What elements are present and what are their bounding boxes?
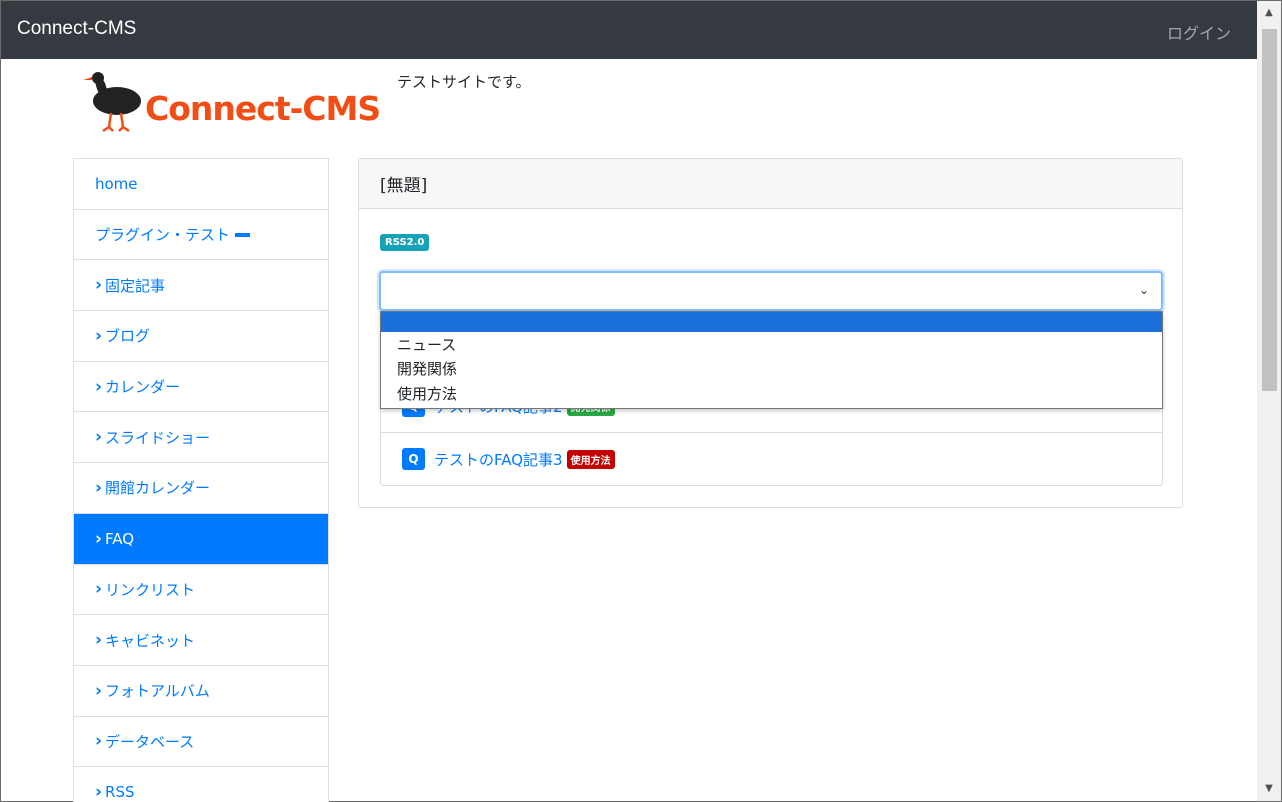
sidebar-item-label: home	[95, 174, 138, 193]
sidebar-item-faq[interactable]: › FAQ	[74, 513, 328, 565]
top-navbar: Connect-CMS ログイン	[1, 1, 1281, 59]
bird-logo-icon	[83, 72, 141, 133]
chevron-right-icon: ›	[95, 427, 103, 448]
chevron-right-icon: ›	[95, 579, 103, 600]
sidebar-item-label: スライドショー	[105, 428, 211, 447]
sidebar-item-label: リンクリスト	[105, 580, 196, 599]
chevron-right-icon: ›	[95, 275, 103, 296]
sidebar-item-calendar[interactable]: › カレンダー	[74, 361, 328, 413]
sidebar-item-database[interactable]: › データベース	[74, 716, 328, 768]
chevron-right-icon: ›	[95, 376, 103, 397]
sidebar-item-cabinet[interactable]: › キャビネット	[74, 615, 328, 666]
chevron-down-icon: ⌄	[1138, 283, 1149, 297]
dropdown-option-usage[interactable]: 使用方法	[381, 381, 1162, 406]
login-link[interactable]: ログイン	[1167, 20, 1231, 44]
dropdown-option-development[interactable]: 開発関係	[381, 357, 1162, 382]
site-logo[interactable]: Connect-CMS	[81, 67, 381, 135]
question-icon: Q	[402, 448, 425, 470]
chevron-right-icon: ›	[95, 477, 103, 498]
scroll-thumb[interactable]	[1262, 29, 1277, 391]
sidebar-item-slideshow[interactable]: › スライドショー	[74, 412, 328, 464]
sidebar-item-label: データベース	[105, 732, 195, 751]
brand-link[interactable]: Connect-CMS	[17, 18, 136, 40]
page-scrollbar[interactable]: ▲ ▼	[1257, 1, 1281, 801]
category-dropdown-list[interactable]: ニュース 開発関係 使用方法	[380, 311, 1163, 409]
sidebar-item-label: フォトアルバム	[105, 682, 210, 701]
rss-badge[interactable]: RSS2.0	[380, 234, 430, 251]
sidebar-item-home[interactable]: home	[74, 159, 328, 210]
chevron-right-icon: ›	[95, 680, 103, 701]
sidebar-item-linklist[interactable]: › リンクリスト	[74, 564, 328, 616]
category-badge: 使用方法	[566, 449, 615, 469]
sidebar-item-blog[interactable]: › ブログ	[74, 311, 328, 362]
sidebar-item-label: RSS	[105, 783, 135, 802]
chevron-right-icon: ›	[95, 630, 103, 651]
dropdown-option-empty[interactable]	[381, 312, 1162, 332]
logo-text: Connect-CMS	[145, 89, 381, 128]
sidebar-item-rss[interactable]: › RSS	[74, 767, 328, 802]
sidebar-item-fixed-article[interactable]: › 固定記事	[74, 260, 328, 312]
scroll-up-icon[interactable]: ▲	[1257, 1, 1281, 25]
sidebar-item-label: ブログ	[105, 327, 151, 346]
collapse-minus-icon[interactable]	[235, 232, 251, 237]
sidebar-item-label: カレンダー	[105, 378, 181, 397]
sidebar-item-label: FAQ	[105, 529, 135, 548]
faq-title[interactable]: テストのFAQ記事3	[434, 449, 563, 470]
chevron-right-icon: ›	[95, 325, 103, 346]
chevron-right-icon: ›	[95, 782, 103, 802]
chevron-right-icon: ›	[95, 528, 103, 549]
site-tagline: テストサイトです。	[397, 73, 531, 91]
sidebar-menu: home プラグイン・テスト › 固定記事 › ブログ › カレンダー › スライドショ…	[73, 158, 329, 802]
dropdown-option-news[interactable]: ニュース	[381, 332, 1162, 357]
sidebar-item-label: 固定記事	[105, 276, 166, 295]
card-title: [無題]	[359, 159, 1182, 209]
category-select[interactable]: ⌄	[379, 271, 1163, 311]
scroll-down-icon[interactable]: ▼	[1257, 777, 1281, 801]
sidebar-item-label: キャビネット	[105, 631, 196, 650]
chevron-right-icon: ›	[95, 731, 103, 752]
sidebar-item-label: 開館カレンダー	[105, 479, 211, 498]
sidebar-item-label: プラグイン・テスト	[95, 226, 231, 245]
sidebar-item-plugin-test[interactable]: プラグイン・テスト	[74, 209, 328, 261]
sidebar-item-opening-calendar[interactable]: › 開館カレンダー	[74, 463, 328, 514]
faq-item[interactable]: Q テストのFAQ記事3 使用方法	[381, 432, 1162, 485]
sidebar-item-photoalbum[interactable]: › フォトアルバム	[74, 665, 328, 717]
